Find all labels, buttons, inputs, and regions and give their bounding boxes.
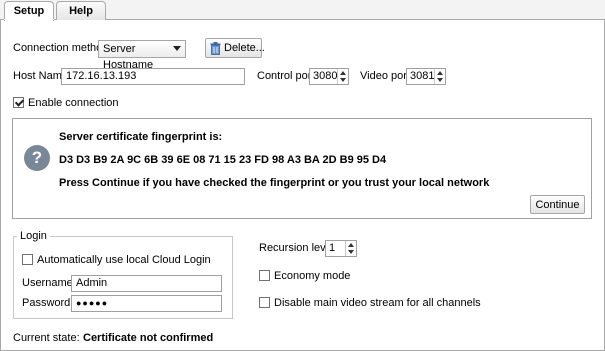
economy-mode-label: Economy mode bbox=[274, 270, 351, 282]
arrow-up-icon bbox=[348, 243, 354, 247]
tab-help-label: Help bbox=[69, 5, 93, 17]
connection-method-select[interactable]: Server Hostname bbox=[98, 40, 186, 71]
tab-setup-label: Setup bbox=[13, 5, 45, 17]
delete-button[interactable]: Delete... bbox=[205, 38, 265, 58]
control-port-value: 3080 bbox=[313, 70, 338, 82]
username-input[interactable]: Admin bbox=[71, 275, 222, 292]
auto-cloud-login-checkbox[interactable] bbox=[22, 254, 33, 265]
host-name-input[interactable]: 172.16.13.193 bbox=[61, 68, 245, 85]
disable-video-checkbox[interactable] bbox=[259, 297, 270, 308]
password-input[interactable]: ●●●●● bbox=[71, 295, 222, 312]
recursion-level-spinner[interactable]: 1 bbox=[325, 240, 357, 257]
arrow-down-icon bbox=[348, 250, 354, 254]
video-port-value: 3081 bbox=[410, 70, 435, 82]
disable-video-label: Disable main video stream for all channe… bbox=[274, 297, 481, 309]
control-port-arrows[interactable] bbox=[337, 69, 348, 84]
trash-icon bbox=[210, 42, 221, 55]
question-icon: ? bbox=[24, 145, 50, 171]
current-state-label: Current state: bbox=[13, 332, 80, 344]
delete-button-label: Delete... bbox=[224, 42, 265, 54]
current-state-value: Certificate not confirmed bbox=[83, 332, 214, 344]
tab-setup[interactable]: Setup bbox=[4, 1, 54, 21]
chevron-down-icon bbox=[173, 46, 181, 51]
continue-button[interactable]: Continue bbox=[530, 195, 585, 214]
connection-method-value: Server Hostname bbox=[103, 43, 154, 71]
arrow-up-icon bbox=[340, 71, 346, 75]
recursion-level-arrows[interactable] bbox=[345, 241, 356, 256]
video-port-spinner[interactable]: 3081 bbox=[406, 68, 446, 85]
connection-method-label: Connection method: bbox=[13, 42, 112, 54]
arrow-up-icon bbox=[437, 71, 443, 75]
password-label: Password: bbox=[22, 297, 74, 309]
video-port-arrows[interactable] bbox=[434, 69, 445, 84]
certificate-title: Server certificate fingerprint is: bbox=[59, 131, 223, 143]
control-port-spinner[interactable]: 3080 bbox=[309, 68, 349, 85]
arrow-down-icon bbox=[340, 78, 346, 82]
certificate-fingerprint: D3 D3 B9 2A 9C 6B 39 6E 08 71 15 23 FD 9… bbox=[59, 154, 387, 166]
enable-connection-label: Enable connection bbox=[28, 97, 119, 109]
auto-cloud-login-label: Automatically use local Cloud Login bbox=[37, 254, 211, 266]
tab-active-gap bbox=[4, 19, 54, 20]
username-label: Username: bbox=[22, 277, 76, 289]
arrow-down-icon bbox=[437, 78, 443, 82]
recursion-level-value: 1 bbox=[329, 242, 336, 254]
economy-mode-checkbox[interactable] bbox=[259, 270, 270, 281]
tab-help[interactable]: Help bbox=[56, 1, 106, 20]
certificate-message: Press Continue if you have checked the f… bbox=[59, 177, 490, 189]
login-group-title: Login bbox=[17, 230, 50, 242]
enable-connection-checkbox[interactable] bbox=[13, 97, 24, 108]
